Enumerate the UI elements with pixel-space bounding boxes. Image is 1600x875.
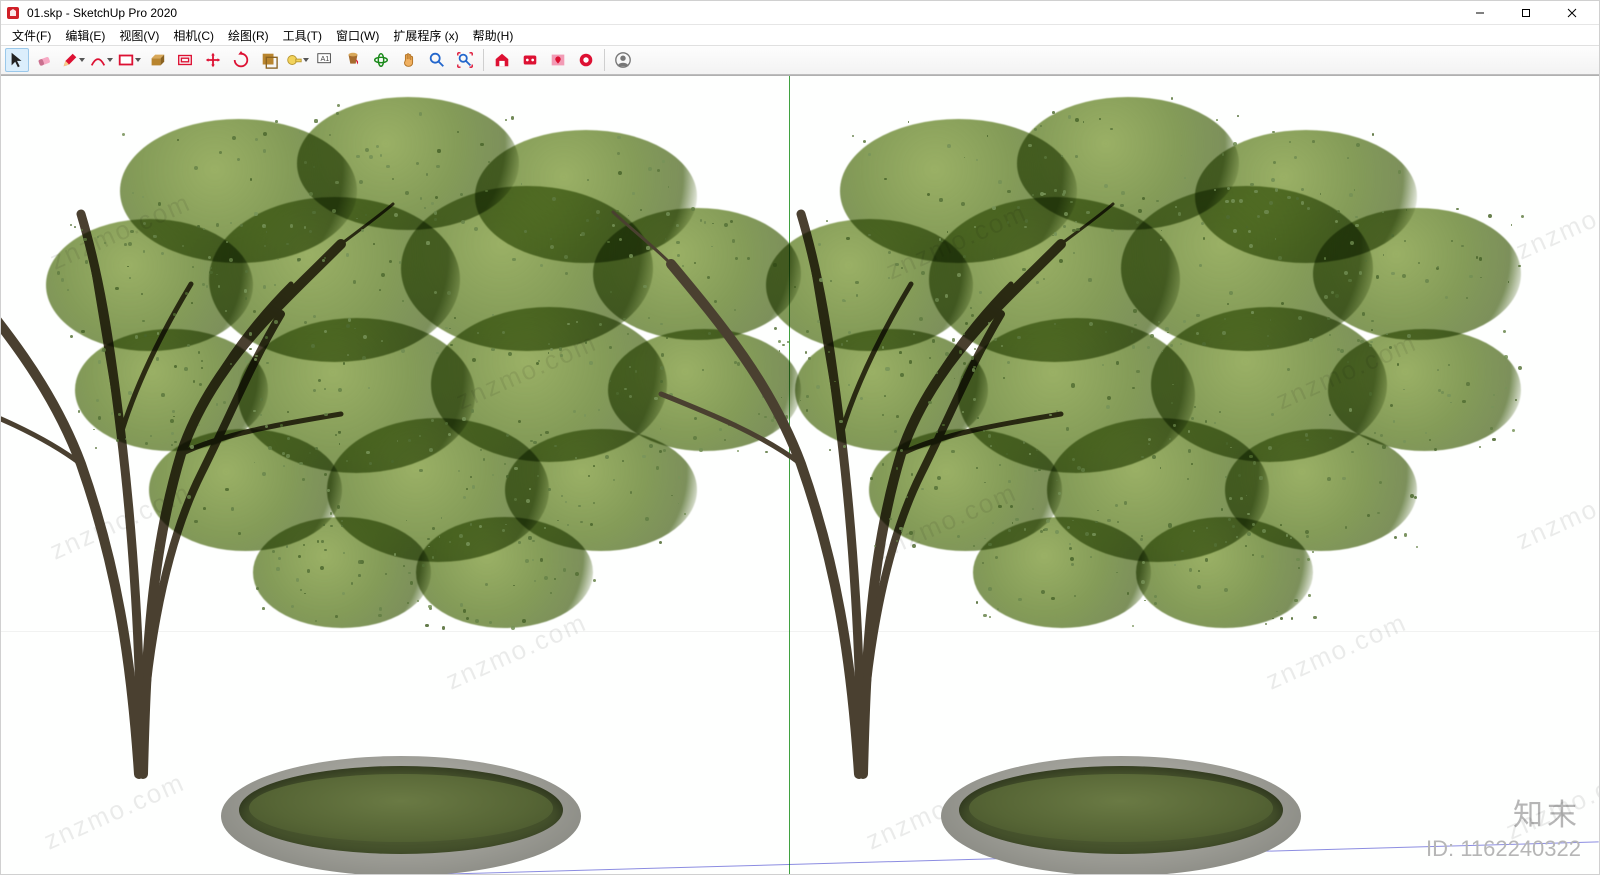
main-toolbar: A1 bbox=[1, 45, 1599, 75]
tape-tool[interactable] bbox=[285, 48, 309, 72]
menu-item-3[interactable]: 相机(C) bbox=[166, 26, 221, 45]
move-icon bbox=[204, 51, 222, 69]
menu-item-1[interactable]: 编辑(E) bbox=[58, 26, 112, 45]
layout-icon bbox=[577, 51, 595, 69]
addloc-icon bbox=[549, 51, 567, 69]
signin-tool[interactable] bbox=[611, 48, 635, 72]
hand-icon bbox=[400, 51, 418, 69]
separator-1 bbox=[483, 49, 484, 71]
pan-tool[interactable] bbox=[397, 48, 421, 72]
menu-item-2[interactable]: 视图(V) bbox=[112, 26, 166, 45]
rotate-icon bbox=[232, 51, 250, 69]
rectangle-icon bbox=[117, 51, 135, 69]
tape-icon bbox=[285, 51, 303, 69]
menu-item-6[interactable]: 窗口(W) bbox=[329, 26, 386, 45]
offset-tool[interactable] bbox=[173, 48, 197, 72]
app-window: 01.skp - SketchUp Pro 2020 文件(F)编辑(E)视图(… bbox=[0, 0, 1600, 875]
title-bar[interactable]: 01.skp - SketchUp Pro 2020 bbox=[1, 1, 1599, 25]
warehouse-tool[interactable] bbox=[490, 48, 514, 72]
arc-icon bbox=[89, 51, 107, 69]
extension-tool[interactable] bbox=[518, 48, 542, 72]
minimize-button[interactable] bbox=[1457, 1, 1503, 24]
menu-item-7[interactable]: 扩展程序 (x) bbox=[386, 26, 465, 45]
watermark-text: znzmo.com bbox=[1511, 177, 1599, 267]
offset-icon bbox=[176, 51, 194, 69]
maximize-button[interactable] bbox=[1503, 1, 1549, 24]
window-controls bbox=[1457, 1, 1595, 24]
zoom-icon bbox=[428, 51, 446, 69]
dropdown-caret-icon[interactable] bbox=[78, 49, 86, 71]
close-button[interactable] bbox=[1549, 1, 1595, 24]
zoom-tool[interactable] bbox=[425, 48, 449, 72]
layout-tool[interactable] bbox=[574, 48, 598, 72]
user-icon bbox=[614, 51, 632, 69]
addloc-tool[interactable] bbox=[546, 48, 570, 72]
watermark-text: znzmo.com bbox=[1511, 467, 1599, 557]
dropdown-caret-icon[interactable] bbox=[302, 49, 310, 71]
paint-tool[interactable] bbox=[341, 48, 365, 72]
warehouse-icon bbox=[493, 51, 511, 69]
select-tool[interactable] bbox=[5, 48, 29, 72]
orbit-icon bbox=[372, 51, 390, 69]
scale-tool[interactable] bbox=[257, 48, 281, 72]
menu-bar: 文件(F)编辑(E)视图(V)相机(C)绘图(R)工具(T)窗口(W)扩展程序 … bbox=[1, 25, 1599, 45]
text-icon: A1 bbox=[316, 51, 334, 69]
line-tool[interactable] bbox=[61, 48, 85, 72]
eraser-tool[interactable] bbox=[33, 48, 57, 72]
zoom-extents-tool[interactable] bbox=[453, 48, 477, 72]
move-tool[interactable] bbox=[201, 48, 225, 72]
text-tool[interactable]: A1 bbox=[313, 48, 337, 72]
bucket-icon bbox=[344, 51, 362, 69]
cursor-icon bbox=[8, 51, 26, 69]
menu-item-0[interactable]: 文件(F) bbox=[5, 26, 58, 45]
zoomext-icon bbox=[456, 51, 474, 69]
extension-icon bbox=[521, 51, 539, 69]
rotate-tool[interactable] bbox=[229, 48, 253, 72]
sketchup-app-icon bbox=[5, 5, 21, 21]
tree-foliage bbox=[751, 86, 1491, 639]
separator-2 bbox=[604, 49, 605, 71]
tree-planter-right[interactable] bbox=[751, 86, 1491, 874]
menu-item-8[interactable]: 帮助(H) bbox=[466, 26, 521, 45]
dropdown-caret-icon[interactable] bbox=[134, 49, 142, 71]
pencil-icon bbox=[61, 51, 79, 69]
dropdown-caret-icon[interactable] bbox=[106, 49, 114, 71]
scale-icon bbox=[260, 51, 278, 69]
pushpull-tool[interactable] bbox=[145, 48, 169, 72]
menu-item-5[interactable]: 工具(T) bbox=[276, 26, 329, 45]
eraser-icon bbox=[36, 51, 54, 69]
orbit-tool[interactable] bbox=[369, 48, 393, 72]
menu-item-4[interactable]: 绘图(R) bbox=[221, 26, 276, 45]
shape-tool[interactable] bbox=[117, 48, 141, 72]
model-viewport[interactable]: 知末 ID: 1162240322 znzmo.comznzmo.comznzm… bbox=[1, 75, 1599, 874]
window-title: 01.skp - SketchUp Pro 2020 bbox=[27, 6, 177, 20]
pushpull-icon bbox=[148, 51, 166, 69]
svg-text:A1: A1 bbox=[321, 54, 330, 63]
arc-tool[interactable] bbox=[89, 48, 113, 72]
